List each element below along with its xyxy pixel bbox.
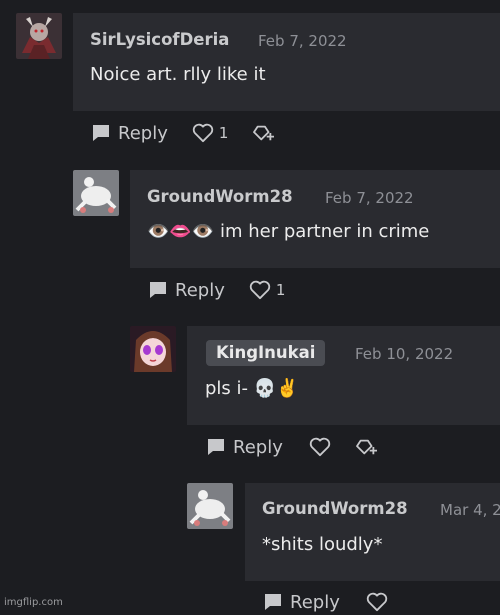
heart-icon [249,280,271,300]
reply-icon [93,125,109,141]
comment-username[interactable]: KingInukai [206,340,326,366]
comment-actions: Reply [206,434,379,460]
reply-label: Reply [290,591,340,613]
reply-icon [265,594,281,610]
reply-button[interactable]: Reply [148,280,225,301]
avatar[interactable] [187,483,233,529]
like-count: 1 [275,281,286,299]
add-reaction-button[interactable] [355,437,379,457]
reply-icon [150,282,166,298]
avatar[interactable] [73,170,119,216]
comment-text: Noice art. rlly like it [90,64,266,85]
reply-icon [208,439,224,455]
reply-button[interactable]: Reply [91,123,168,144]
white-creature-avatar-icon [73,170,119,216]
add-reaction-icon [355,439,377,455]
like-button[interactable]: 1 [249,280,286,300]
like-count: 1 [218,124,229,142]
add-reaction-icon [253,125,275,141]
like-button[interactable] [366,592,388,612]
comment-card [130,170,500,268]
add-reaction-button[interactable] [252,123,276,143]
watermark: imgflip.com [4,597,63,608]
comment-card [245,483,500,581]
comment-date: Feb 7, 2022 [325,189,414,207]
comment-username[interactable]: SirLysicofDeria [90,30,229,49]
comment-text: *shits loudly* [262,534,383,555]
avatar[interactable] [130,326,176,372]
reply-label: Reply [175,279,225,301]
comment-date: Feb 10, 2022 [355,345,454,363]
avatar[interactable] [16,13,62,59]
reply-button[interactable]: Reply [263,592,340,613]
heart-icon [192,123,214,143]
comment-text: pls i- 💀✌️ [205,378,299,399]
reply-button[interactable]: Reply [206,437,283,458]
comment-card [73,13,500,111]
demon-warrior-avatar-icon [16,13,62,59]
reply-label: Reply [118,122,168,144]
comment-date: Mar 4, 2 [440,501,500,519]
comment-username[interactable]: GroundWorm28 [147,187,293,206]
comment-username[interactable]: GroundWorm28 [262,499,408,518]
heart-icon [309,437,331,457]
like-button[interactable]: 1 [192,123,229,143]
like-button[interactable] [309,437,331,457]
comment-date: Feb 7, 2022 [258,32,347,50]
comment-text: 👁️👄👁️ im her partner in crime [147,221,430,242]
white-creature-avatar-icon [187,483,233,529]
heart-icon [366,592,388,612]
comment-actions: Reply 1 [91,120,276,146]
anime-girl-avatar-icon [130,326,176,372]
reply-label: Reply [233,436,283,458]
comment-actions: Reply [263,589,388,615]
comment-actions: Reply 1 [148,277,285,303]
